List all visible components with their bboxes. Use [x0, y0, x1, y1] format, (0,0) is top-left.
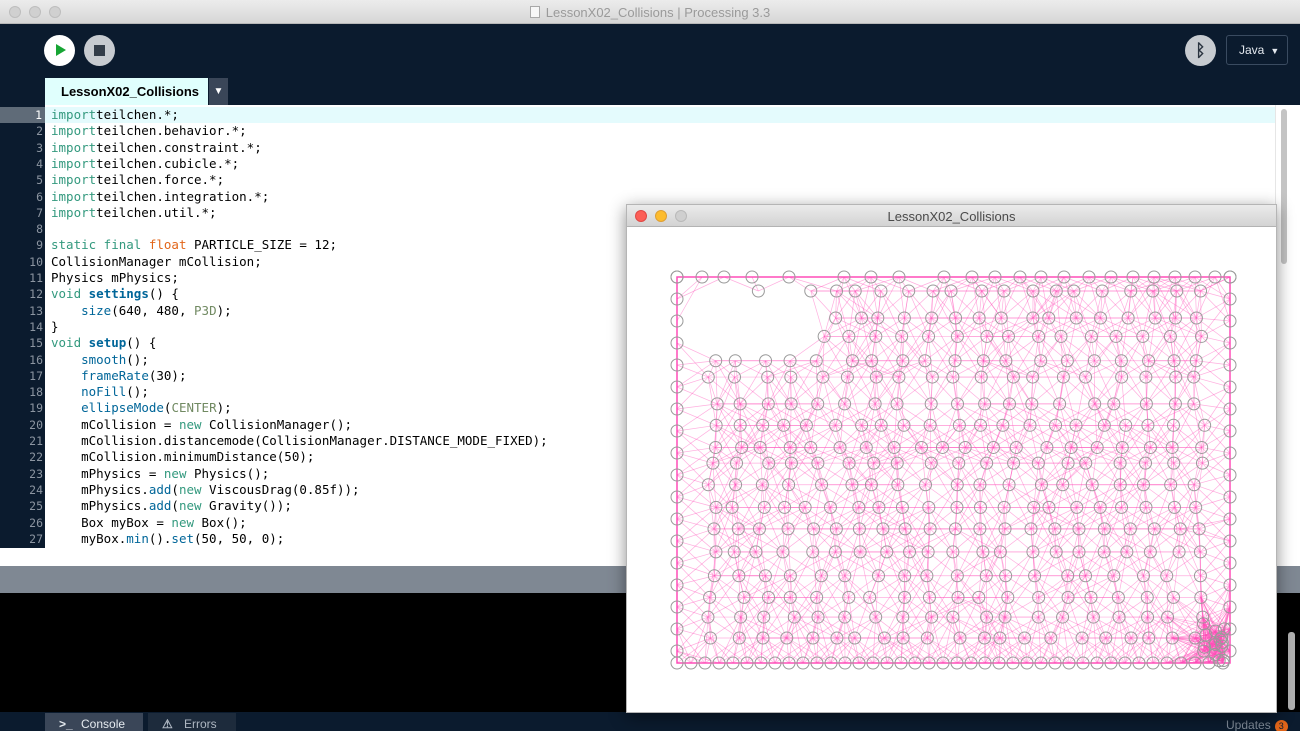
line-number: 20 — [29, 417, 43, 432]
code-text: importteilchen.behavior.*; — [51, 123, 247, 139]
processing-ide: { "window": { "title": "LessonX02_Collis… — [0, 0, 1300, 731]
line-number: 12 — [29, 287, 43, 302]
debug-button[interactable]: ᛒ — [1185, 35, 1216, 66]
editor-scroll-thumb[interactable] — [1281, 109, 1287, 264]
code-text: myBox.min().set(50, 50, 0); — [51, 530, 285, 546]
warning-icon: ⚠ — [162, 717, 173, 731]
sketch-window[interactable]: LessonX02_Collisions — [626, 204, 1277, 713]
code-text: importteilchen.force.*; — [51, 172, 225, 188]
line-number: 10 — [29, 254, 43, 269]
line-number: 6 — [36, 189, 43, 204]
sketch-titlebar: LessonX02_Collisions — [627, 205, 1276, 227]
line-number: 26 — [29, 515, 43, 530]
code-text: mCollision.distancemode(CollisionManager… — [51, 433, 548, 448]
updates-badge: 3 — [1274, 720, 1288, 731]
line-number: 9 — [36, 238, 43, 253]
code-text: mPhysics.add(new ViscousDrag(0.85f)); — [51, 481, 360, 497]
mode-select[interactable]: Java ▼ — [1226, 35, 1288, 65]
line-number: 3 — [36, 140, 43, 155]
updates-link[interactable]: Updates 3 — [1226, 718, 1288, 731]
line-number: 24 — [29, 482, 43, 497]
line-number: 14 — [29, 319, 43, 334]
line-number: 19 — [29, 401, 43, 416]
console-scroll-thumb[interactable] — [1288, 632, 1295, 710]
code-text: importteilchen.util.*; — [51, 204, 217, 220]
tab-sketch[interactable]: LessonX02_Collisions — [45, 78, 208, 105]
chevron-down-icon: ▼ — [1270, 46, 1280, 56]
code-text: mCollision.minimumDistance(50); — [51, 449, 315, 465]
code-line[interactable]: 2 importteilchen.behavior.*; — [0, 123, 1275, 139]
code-line[interactable]: 6 importteilchen.integration.*; — [0, 189, 1275, 205]
line-number: 1 — [0, 107, 45, 124]
code-text: mPhysics = new Physics(); — [51, 465, 270, 481]
debugger-icon: ᛒ — [1195, 41, 1206, 60]
code-text: void setup() { — [51, 335, 157, 351]
line-number: 27 — [29, 531, 43, 546]
code-text: mCollision = new CollisionManager(); — [51, 416, 353, 432]
tab-menu-button[interactable]: ▼ — [209, 78, 228, 105]
window-titlebar: LessonX02_Collisions | Processing 3.3 — [0, 0, 1300, 24]
line-number: 2 — [36, 124, 43, 139]
code-text: ellipseMode(CENTER); — [81, 400, 232, 416]
sketch-title: LessonX02_Collisions — [887, 209, 1016, 224]
code-text: mPhysics.add(new Gravity()); — [51, 498, 292, 514]
terminal-icon: >_ — [59, 717, 73, 731]
line-number: 17 — [29, 368, 43, 383]
tab-label: LessonX02_Collisions — [61, 84, 199, 99]
editor-scrollbar[interactable] — [1275, 105, 1300, 548]
line-number: 16 — [29, 352, 43, 367]
code-text: Physics mPhysics; — [51, 270, 179, 285]
chevron-down-icon: ▼ — [213, 86, 224, 97]
console-tab-label: Console — [81, 717, 126, 731]
line-number: 8 — [36, 222, 43, 237]
code-text: size(640, 480, P3D); — [81, 302, 232, 318]
code-line[interactable]: 3 importteilchen.constraint.*; — [0, 140, 1275, 156]
line-number: 23 — [29, 466, 43, 481]
stop-button[interactable] — [84, 35, 115, 66]
code-text: importteilchen.cubicle.*; — [51, 155, 240, 171]
code-text: CollisionManager mCollision; — [51, 253, 262, 269]
line-number: 25 — [29, 499, 43, 514]
errors-tab-label: Errors — [184, 717, 217, 731]
run-button[interactable] — [44, 35, 75, 66]
updates-label: Updates — [1226, 718, 1271, 731]
document-icon — [529, 6, 540, 18]
line-number: 22 — [29, 450, 43, 465]
line-number: 11 — [29, 271, 43, 285]
line-number: 7 — [36, 205, 43, 220]
code-text: importteilchen.*; — [51, 107, 179, 122]
code-text: frameRate(30); — [81, 367, 187, 383]
toolbar — [0, 24, 1300, 78]
code-text: smooth(); — [81, 351, 149, 367]
line-number: 5 — [36, 173, 43, 188]
code-text: } — [51, 318, 59, 334]
code-line[interactable]: 1 importteilchen.*; — [0, 107, 1275, 124]
code-text: importteilchen.integration.*; — [51, 188, 270, 204]
line-number: 4 — [36, 156, 43, 171]
tab-errors[interactable]: ⚠ Errors — [148, 713, 236, 731]
line-number: 18 — [29, 385, 43, 400]
code-text: importteilchen.constraint.*; — [51, 139, 262, 155]
window-title: LessonX02_Collisions | Processing 3.3 — [0, 5, 1300, 20]
code-line[interactable]: 4 importteilchen.cubicle.*; — [0, 156, 1275, 172]
tab-console[interactable]: >_ Console — [45, 713, 143, 731]
code-text: Box myBox = new Box(); — [51, 514, 247, 530]
line-number: 21 — [29, 434, 43, 448]
line-number: 13 — [29, 303, 43, 318]
mode-label: Java — [1239, 43, 1265, 57]
code-text: void settings() { — [51, 286, 179, 302]
code-text: noFill(); — [81, 384, 149, 400]
code-text: static final float PARTICLE_SIZE = 12; — [51, 237, 337, 253]
sketch-canvas[interactable] — [627, 227, 1276, 712]
particle-links — [676, 276, 1231, 664]
line-number: 15 — [29, 336, 43, 351]
code-line[interactable]: 5 importteilchen.force.*; — [0, 172, 1275, 188]
window-title-text: LessonX02_Collisions | Processing 3.3 — [545, 5, 771, 20]
